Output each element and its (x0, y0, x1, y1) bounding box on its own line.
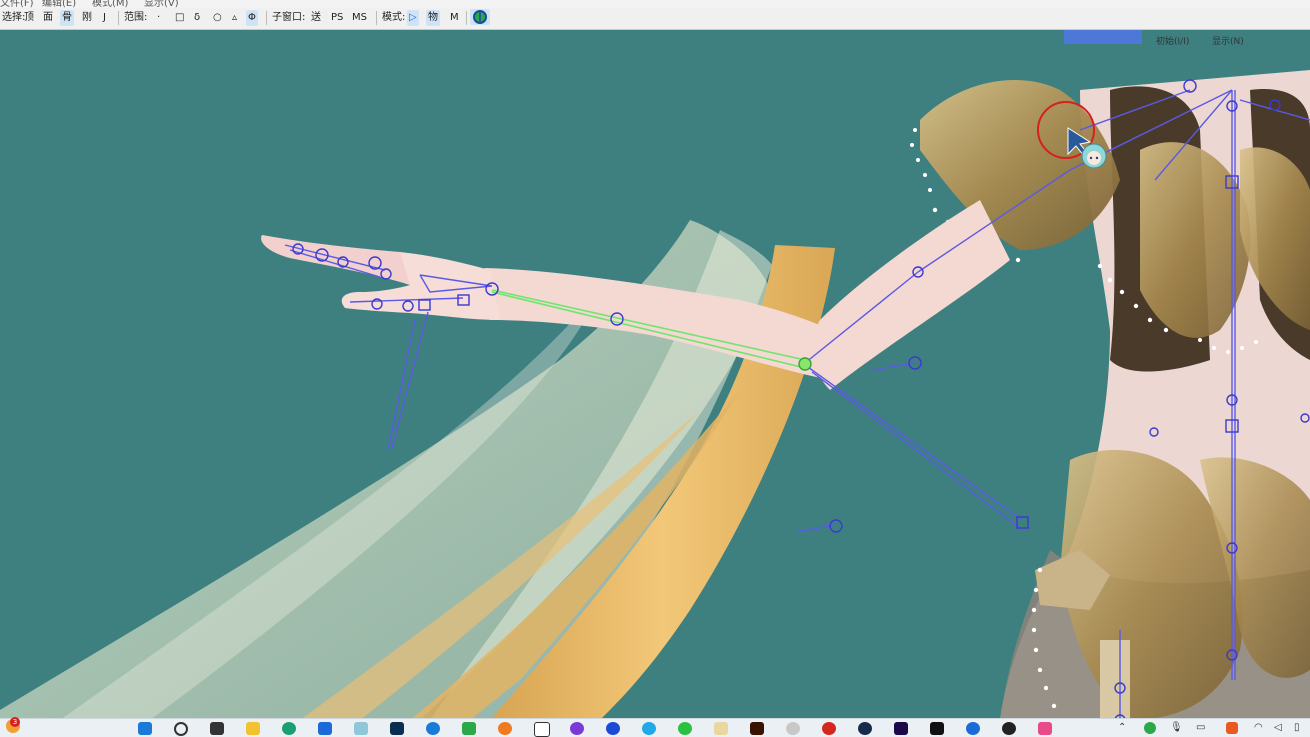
blender-icon[interactable] (498, 722, 512, 735)
taskview-icon[interactable] (210, 722, 224, 735)
divider (266, 11, 267, 25)
mode-label: 模式: (382, 12, 406, 23)
mode-play-button[interactable]: ▷ (407, 10, 419, 26)
gear-app-icon[interactable] (786, 722, 800, 735)
green-app-icon[interactable] (462, 722, 476, 735)
volume-icon[interactable]: ◁ (1274, 722, 1282, 733)
display-menu-button[interactable]: 显示(N) (1212, 34, 1244, 47)
divider (376, 11, 377, 25)
character-app-icon[interactable] (354, 722, 368, 735)
select-rigid-button[interactable]: 刚 (80, 10, 94, 26)
purple-app-icon[interactable] (570, 722, 584, 735)
qq-icon[interactable] (1002, 722, 1016, 735)
capcut-icon[interactable] (930, 722, 944, 735)
range-label: 范围: (124, 12, 148, 23)
range-phi-button[interactable]: Φ (246, 10, 258, 26)
select-joint-button[interactable]: J (101, 10, 108, 26)
range-point-button[interactable]: · (155, 10, 162, 26)
mail-icon[interactable] (318, 722, 332, 735)
divider (466, 11, 467, 25)
netease-music-icon[interactable] (822, 722, 836, 735)
select-bone-button[interactable]: 骨 (60, 10, 74, 26)
blue-app-icon[interactable] (426, 722, 440, 735)
3d-viewport[interactable]: 初始(I/I) 显示(N) (0, 30, 1310, 718)
tray-red-icon[interactable] (1226, 722, 1238, 734)
subwindow-ms-button[interactable]: MS (350, 10, 369, 26)
selected-joint (798, 357, 812, 371)
steam-icon[interactable] (858, 722, 872, 735)
menu-mode[interactable]: 模式(M) (92, 0, 128, 8)
microphone-icon[interactable]: 🎙 (1170, 722, 1183, 733)
file-explorer-icon[interactable] (246, 722, 260, 735)
start-icon[interactable] (138, 722, 152, 735)
wechat-icon[interactable] (678, 722, 692, 735)
character-body (910, 70, 1310, 718)
blue-ball-icon[interactable] (606, 722, 620, 735)
subwindow-ps-button[interactable]: PS (329, 10, 345, 26)
tray-expand-icon[interactable]: ⌃ (1118, 722, 1126, 733)
tray-app-icon[interactable] (1144, 722, 1156, 734)
divider (118, 11, 119, 25)
menubar: 文件(F) 编辑(E) 模式(M) 显示(V) (0, 0, 1310, 8)
subwindow-send-button[interactable]: 送 (309, 10, 323, 26)
globe-toggle-icon[interactable] (470, 9, 490, 25)
mode-physics-button[interactable]: 物 (426, 10, 440, 26)
game-icon[interactable] (1038, 722, 1052, 735)
view-rotate-icons[interactable] (1064, 30, 1142, 44)
range-delta-button[interactable]: δ (192, 10, 202, 26)
init-view-button[interactable]: 初始(I/I) (1156, 34, 1189, 47)
premiere-icon[interactable] (894, 722, 908, 735)
wifi-icon[interactable]: ◠ (1254, 722, 1263, 733)
range-triangle-button[interactable]: ▵ (230, 10, 239, 26)
menu-view[interactable]: 显示(V) (144, 0, 179, 8)
menu-edit[interactable]: 编辑(E) (42, 0, 76, 8)
illustrator-icon[interactable] (750, 722, 764, 735)
select-vertex-button[interactable]: 顶 (22, 10, 36, 26)
range-circle-button[interactable]: ○ (211, 10, 224, 26)
subwindow-label: 子窗口: (272, 12, 306, 23)
cyan-app-icon[interactable] (642, 722, 656, 735)
taskbar: 3 ⌃ 🎙 ▭ ◠ ◁ ▯ (0, 717, 1310, 737)
photoshop-icon[interactable] (390, 722, 404, 735)
select-face-button[interactable]: 面 (41, 10, 55, 26)
box-app-icon[interactable] (534, 722, 550, 737)
range-rect-button[interactable]: □ (173, 10, 186, 26)
mode-m-button[interactable]: M (448, 10, 461, 26)
browser-icon[interactable] (966, 722, 980, 735)
menu-file[interactable]: 文件(F) (0, 0, 34, 8)
notification-badge: 3 (10, 717, 20, 727)
battery-icon[interactable]: ▯ (1294, 722, 1300, 733)
toolbar: 选择: 顶 面 骨 刚 J 范围: · □ δ ○ ▵ Φ 子窗口: 送 PS … (0, 8, 1310, 30)
edge-icon[interactable] (282, 722, 296, 735)
scene-canvas[interactable] (0, 30, 1310, 718)
search-icon[interactable] (174, 722, 188, 736)
paint-icon[interactable] (714, 722, 728, 735)
ime-icon[interactable]: ▭ (1196, 722, 1205, 733)
